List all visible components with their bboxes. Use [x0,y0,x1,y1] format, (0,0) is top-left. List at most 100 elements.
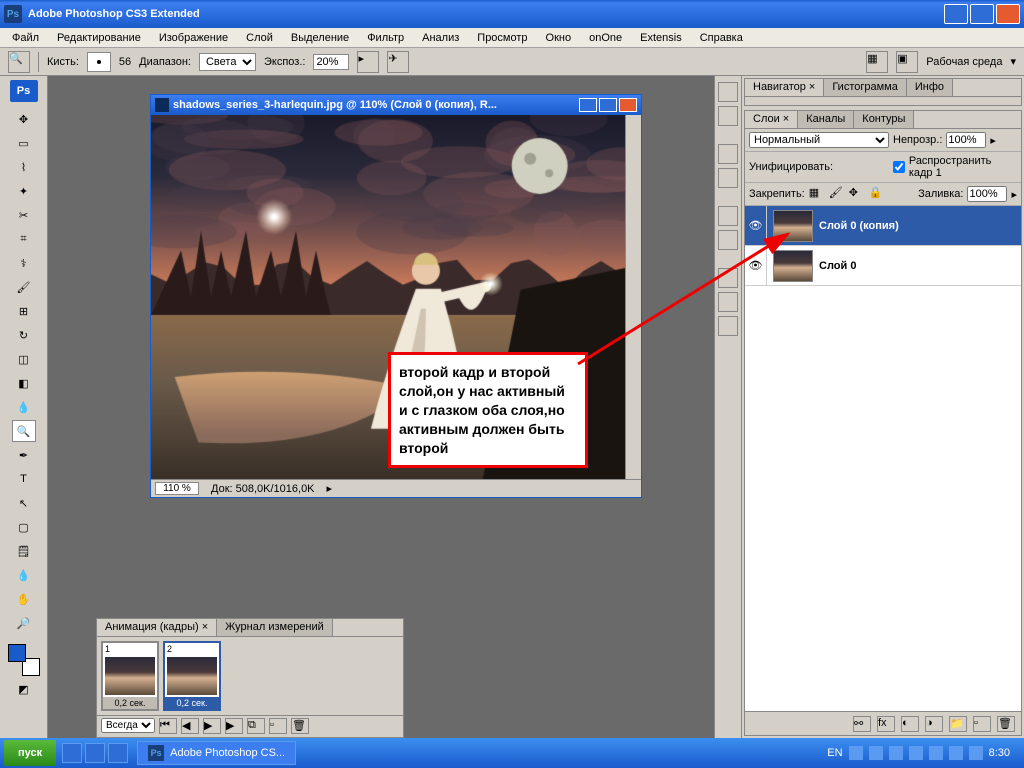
doc-minimize-button[interactable] [579,98,597,112]
dock-icon[interactable] [718,230,738,250]
history-brush-tool[interactable]: ↻ [12,324,36,346]
dock-icon[interactable] [718,292,738,312]
layer-effects-icon[interactable]: fx [877,716,895,732]
foreground-color-swatch[interactable] [8,644,26,662]
menu-edit[interactable]: Редактирование [49,30,149,46]
marquee-tool[interactable]: ▭ [12,132,36,154]
bridge-icon[interactable]: ▦ [866,51,888,73]
opacity-input[interactable] [946,132,986,148]
blur-tool[interactable]: 💧 [12,396,36,418]
fill-input[interactable] [967,186,1007,202]
tab-paths[interactable]: Контуры [854,111,914,128]
tab-navigator[interactable]: Навигатор × [745,79,824,96]
dock-icon[interactable] [718,82,738,102]
brush-tool[interactable]: 🖌 [12,276,36,298]
animation-frame[interactable]: 1 0,2 сек. [101,641,159,711]
doc-maximize-button[interactable] [599,98,617,112]
layer-name[interactable]: Слой 0 (копия) [819,220,1021,232]
menu-extensis[interactable]: Extensis [632,30,690,46]
dock-icon[interactable] [718,144,738,164]
lock-image-icon[interactable]: 🖌 [829,186,845,202]
brush-preview[interactable] [87,52,111,72]
menu-select[interactable]: Выделение [283,30,357,46]
menu-view[interactable]: Просмотр [469,30,535,46]
shape-tool[interactable]: ▢ [12,516,36,538]
vertical-scrollbar[interactable] [625,115,641,479]
menu-window[interactable]: Окно [538,30,580,46]
move-tool[interactable]: ✥ [12,108,36,130]
menu-file[interactable]: Файл [4,30,47,46]
dock-icon[interactable] [718,268,738,288]
delete-layer-icon[interactable]: 🗑 [997,716,1015,732]
dock-icon[interactable] [718,316,738,336]
tray-icon[interactable] [869,746,883,760]
tween-button[interactable]: ⧉ [247,718,265,734]
hand-tool[interactable]: ✋ [12,588,36,610]
link-layers-icon[interactable]: ⚯ [853,716,871,732]
propagate-checkbox[interactable] [893,161,905,173]
dodge-tool[interactable]: 🔍 [12,420,36,442]
tray-icon[interactable] [909,746,923,760]
notes-tool[interactable]: 🗒 [12,540,36,562]
first-frame-button[interactable]: ⏮ [159,718,177,734]
clock[interactable]: 8:30 [989,747,1010,759]
adjustment-layer-icon[interactable]: ◑ [925,716,943,732]
layer-row[interactable]: 👁 Слой 0 [745,246,1021,286]
stamp-tool[interactable]: ⊞ [12,300,36,322]
dock-icon[interactable] [718,168,738,188]
layer-mask-icon[interactable]: ◐ [901,716,919,732]
wand-tool[interactable]: ✦ [12,180,36,202]
play-button[interactable]: ▶ [203,718,221,734]
layer-name[interactable]: Слой 0 [819,260,1021,272]
menu-help[interactable]: Справка [692,30,751,46]
pen-tool[interactable]: ✒ [12,444,36,466]
next-frame-button[interactable]: ▶ [225,718,243,734]
tab-histogram[interactable]: Гистограмма [824,79,907,96]
zoom-input[interactable] [155,482,199,495]
ps-logo-icon[interactable]: Ps [10,80,38,102]
close-button[interactable] [996,4,1020,24]
quicklaunch-icon[interactable] [62,743,82,763]
tray-icon[interactable] [889,746,903,760]
tab-measurement-log[interactable]: Журнал измерений [217,619,333,636]
tab-animation[interactable]: Анимация (кадры) × [97,619,217,636]
eyedropper-tool[interactable]: 💧 [12,564,36,586]
menu-image[interactable]: Изображение [151,30,236,46]
path-select-tool[interactable]: ↖ [12,492,36,514]
delete-frame-button[interactable]: 🗑 [291,718,309,734]
document-titlebar[interactable]: shadows_series_3-harlequin.jpg @ 110% (С… [151,95,641,115]
menu-onone[interactable]: onOne [581,30,630,46]
language-indicator[interactable]: EN [827,747,842,759]
workspace-arrow-icon[interactable]: ▾ [1010,55,1016,68]
visibility-icon[interactable]: 👁 [745,206,767,245]
exposure-slider-icon[interactable]: ▸ [357,51,379,73]
quickmask-tool[interactable]: ◩ [12,678,36,700]
eraser-tool[interactable]: ◫ [12,348,36,370]
taskbar-app[interactable]: Ps Adobe Photoshop CS... [137,741,296,765]
quicklaunch-icon[interactable] [108,743,128,763]
visibility-icon[interactable]: 👁 [745,246,767,285]
unify-visibility-icon[interactable] [856,159,871,175]
range-select[interactable]: Света [199,53,256,71]
slice-tool[interactable]: ⌗ [12,228,36,250]
menu-filter[interactable]: Фильтр [359,30,412,46]
layer-row[interactable]: 👁 Слой 0 (копия) [745,206,1021,246]
zoom-tool[interactable]: 🔎 [12,612,36,634]
exposure-input[interactable] [313,54,349,70]
lock-position-icon[interactable]: ✥ [849,186,865,202]
menu-layer[interactable]: Слой [238,30,281,46]
lock-transparent-icon[interactable]: ▦ [809,186,825,202]
animation-frame[interactable]: 2 0,2 сек. [163,641,221,711]
gradient-tool[interactable]: ◧ [12,372,36,394]
tab-channels[interactable]: Каналы [798,111,854,128]
quicklaunch-icon[interactable] [85,743,105,763]
loop-select[interactable]: Всегда [101,718,155,733]
tray-icon[interactable] [849,746,863,760]
menu-analysis[interactable]: Анализ [414,30,467,46]
dock-icon[interactable] [718,206,738,226]
unify-style-icon[interactable] [874,159,889,175]
dock-icon[interactable] [718,106,738,126]
blend-mode-select[interactable]: Нормальный [749,132,889,148]
minimize-button[interactable] [944,4,968,24]
tab-info[interactable]: Инфо [907,79,953,96]
